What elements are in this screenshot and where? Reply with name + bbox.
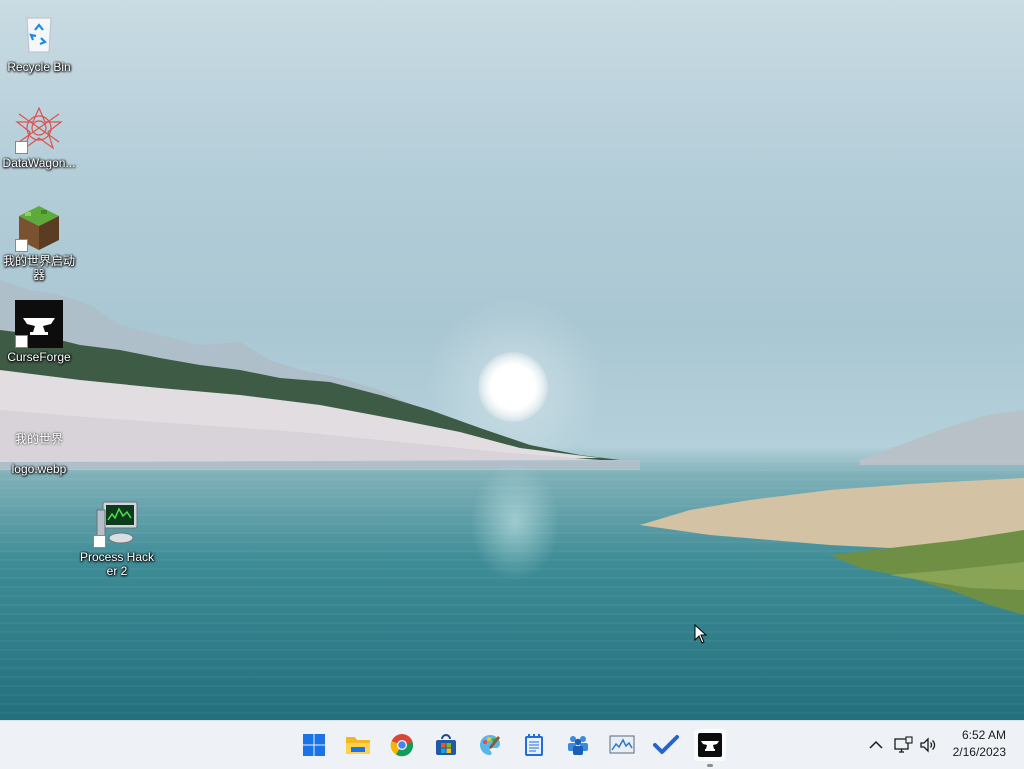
- desktop-icon-label: logo.webp: [11, 462, 67, 476]
- left-shore-landscape: [0, 280, 640, 470]
- chevron-up-icon[interactable]: [866, 735, 886, 755]
- desktop-icon-label: 我的世界启动器: [2, 254, 75, 282]
- taskbar-notepad[interactable]: [518, 729, 550, 761]
- right-shore-grass: [640, 478, 1024, 615]
- todo-check-icon: [653, 735, 679, 754]
- clock-date: 2/16/2023: [952, 745, 1006, 759]
- active-indicator: [707, 764, 713, 767]
- desktop-icon-label: Recycle Bin: [7, 60, 71, 74]
- clock-time: 6:52 AM: [961, 728, 1006, 742]
- taskbar-chrome[interactable]: [386, 729, 418, 761]
- minecraft-launcher-icon: [15, 204, 63, 252]
- desktop-icon-label: Process Hacker 2: [79, 550, 155, 578]
- thumbnail-text: 我的世界: [15, 432, 64, 446]
- taskbar-curseforge[interactable]: [694, 729, 726, 767]
- desktop-icon-logo-webp[interactable]: 我的世界 logo.webp: [0, 420, 78, 476]
- sun-reflection: [470, 462, 560, 582]
- taskbar-resource-monitor[interactable]: [606, 729, 638, 761]
- shortcut-arrow-icon: [93, 535, 106, 548]
- chrome-icon: [390, 734, 414, 757]
- taskbar-file-explorer[interactable]: [342, 729, 374, 761]
- desktop-icon-label: CurseForge: [7, 350, 71, 364]
- desktop-icon-label: DataWagon...: [2, 156, 76, 170]
- mouse-cursor-icon: [694, 624, 708, 644]
- folder-icon: [346, 737, 370, 754]
- datawagon-icon: [15, 106, 63, 154]
- store-icon: [436, 734, 456, 755]
- desktop-icon-process-hacker[interactable]: Process Hacker 2: [78, 500, 156, 578]
- recycle-bin-icon: [15, 10, 63, 58]
- taskbar-teams[interactable]: [562, 729, 594, 761]
- monitor-chart-icon: [609, 735, 635, 754]
- windows-start-icon: [303, 734, 325, 756]
- desktop-icon-datawagon[interactable]: DataWagon...: [0, 106, 78, 170]
- notepad-icon: [525, 734, 543, 756]
- shortcut-arrow-icon: [15, 239, 28, 252]
- taskbar-start-button[interactable]: [298, 729, 330, 761]
- taskbar-clock[interactable]: 6:52 AM 2/16/2023: [936, 727, 1006, 761]
- teams-icon: [568, 736, 588, 755]
- taskbar-microsoft-store[interactable]: [430, 729, 462, 761]
- image-file-icon: 我的世界: [15, 430, 63, 460]
- paint-icon: [480, 735, 500, 755]
- desktop-icon-recycle-bin[interactable]: Recycle Bin: [0, 10, 78, 74]
- taskbar: 6:52 AM 2/16/2023: [0, 720, 1024, 769]
- taskbar-paint[interactable]: [474, 729, 506, 761]
- shortcut-arrow-icon: [15, 335, 28, 348]
- desktop-wallpaper: [0, 0, 1024, 720]
- shortcut-arrow-icon: [15, 141, 28, 154]
- volume-icon[interactable]: [918, 735, 938, 755]
- curseforge-icon: [15, 300, 63, 348]
- taskbar-todo[interactable]: [650, 729, 682, 761]
- desktop-icon-curseforge[interactable]: CurseForge: [0, 300, 78, 364]
- network-icon[interactable]: [893, 735, 913, 755]
- desktop-icon-minecraft-launcher[interactable]: 我的世界启动器: [0, 204, 78, 282]
- curseforge-icon: [698, 733, 722, 757]
- process-hacker-icon: [93, 500, 141, 548]
